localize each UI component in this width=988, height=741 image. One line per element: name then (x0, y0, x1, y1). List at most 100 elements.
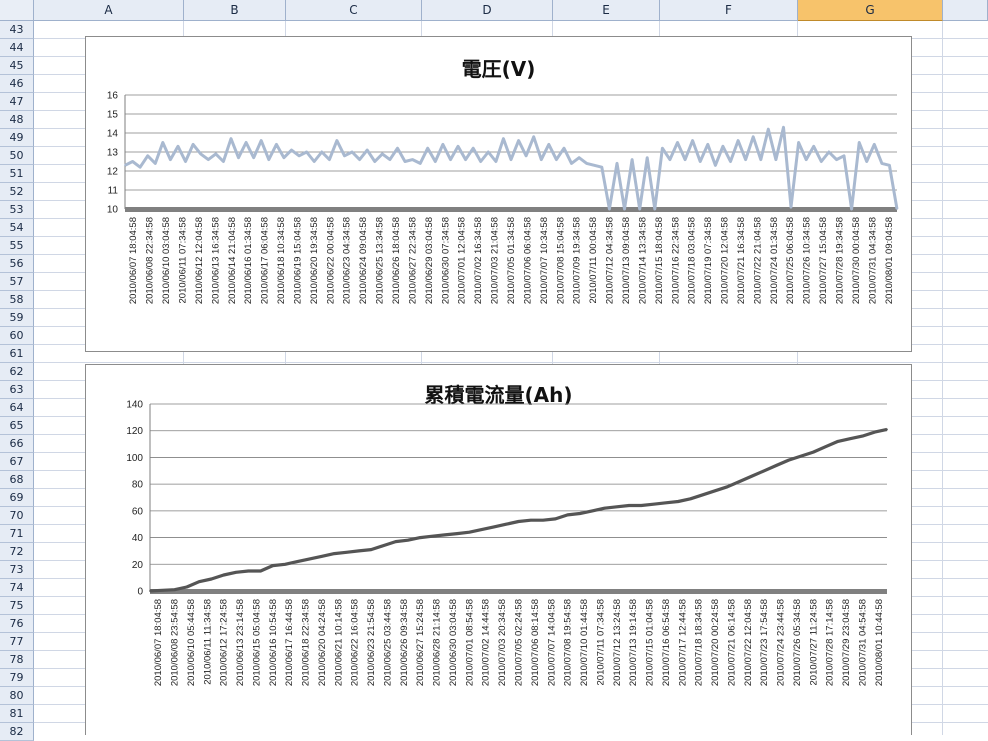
row-header-51[interactable]: 51 (0, 165, 34, 183)
row-header-75[interactable]: 75 (0, 597, 34, 615)
row-header-58[interactable]: 58 (0, 291, 34, 309)
data-point (493, 526, 495, 528)
data-point (345, 551, 348, 554)
row-header-69[interactable]: 69 (0, 489, 34, 507)
x-tick-label: 2010/07/23 17:54:58 (759, 599, 770, 686)
row-header-64[interactable]: 64 (0, 399, 34, 417)
row-header-65[interactable]: 65 (0, 417, 34, 435)
row-header-74[interactable]: 74 (0, 579, 34, 597)
x-tick-label: 2010/06/18 10:34:58 (276, 217, 287, 304)
data-point (896, 208, 898, 210)
row-header-57[interactable]: 57 (0, 273, 34, 291)
voltage-chart[interactable]: 電圧(V) 10 11 12 13 14 15 16 2010/06/07 18:04:58 2… (85, 36, 912, 352)
data-point (563, 147, 565, 150)
x-tick-label: 2010/07/22 12:04:58 (743, 599, 754, 686)
row-header-45[interactable]: 45 (0, 57, 34, 75)
data-point (407, 539, 409, 542)
row-header-66[interactable]: 66 (0, 435, 34, 453)
row-header-72[interactable]: 72 (0, 543, 34, 561)
row-header-46[interactable]: 46 (0, 75, 34, 93)
row-header-77[interactable]: 77 (0, 633, 34, 651)
data-point (419, 162, 422, 165)
x-tick-label: 2010/07/07 10:34:58 (539, 217, 550, 304)
column-header-c[interactable]: C (286, 0, 422, 21)
row-header-60[interactable]: 60 (0, 327, 34, 345)
row-header-68[interactable]: 68 (0, 471, 34, 489)
column-header-a[interactable]: A (34, 0, 184, 21)
data-point (790, 206, 792, 209)
column-header-d[interactable]: D (422, 0, 553, 21)
data-point (357, 550, 360, 552)
data-point (554, 518, 557, 520)
data-point (714, 489, 716, 492)
row-header-56[interactable]: 56 (0, 255, 34, 273)
data-point (313, 160, 316, 163)
row-header-73[interactable]: 73 (0, 561, 34, 579)
column-header-f[interactable]: F (660, 0, 798, 21)
series-line-0 (124, 125, 899, 211)
data-point (797, 141, 800, 144)
data-point (525, 154, 527, 157)
row-header-43[interactable]: 43 (0, 21, 34, 39)
x-tick-label: 2010/06/23 21:54:58 (366, 599, 377, 686)
data-point (570, 162, 573, 165)
data-point (259, 570, 262, 572)
x-tick-label: 2010/06/15 05:04:58 (251, 599, 262, 686)
data-point (245, 141, 248, 144)
row-header-61[interactable]: 61 (0, 345, 34, 363)
row-header-52[interactable]: 52 (0, 183, 34, 201)
x-tick-label: 2010/07/20 00:24:58 (710, 599, 721, 686)
column-header-g[interactable]: G (798, 0, 943, 21)
data-point (237, 156, 240, 159)
data-point (578, 156, 580, 159)
x-tick-label: 2010/07/02 14:44:58 (481, 599, 492, 686)
x-tick-label: 2010/07/22 21:04:58 (752, 217, 763, 304)
data-point (800, 455, 802, 457)
column-header-b[interactable]: B (184, 0, 286, 21)
x-tick-label: 2010/07/26 05:34:58 (792, 599, 803, 686)
column-header-next[interactable] (943, 0, 988, 21)
row-header-49[interactable]: 49 (0, 129, 34, 147)
x-tick-label: 2010/06/10 05:44:58 (186, 599, 197, 686)
data-point (389, 158, 391, 161)
data-point (370, 548, 372, 551)
row-header-47[interactable]: 47 (0, 93, 34, 111)
data-point (510, 158, 512, 161)
row-header-76[interactable]: 76 (0, 615, 34, 633)
row-header-62[interactable]: 62 (0, 363, 34, 381)
row-header-50[interactable]: 50 (0, 147, 34, 165)
row-header-59[interactable]: 59 (0, 309, 34, 327)
y-tick-label: 13 (107, 148, 119, 159)
data-point (752, 135, 755, 138)
row-header-63[interactable]: 63 (0, 381, 34, 399)
row-header-44[interactable]: 44 (0, 39, 34, 57)
row-header-55[interactable]: 55 (0, 237, 34, 255)
data-point (858, 141, 861, 144)
x-tick-label: 2010/07/10 01:44:58 (579, 599, 590, 686)
cumulative-current-chart[interactable]: 累積電流量(Ah) 0 20 40 60 80 100 120 140 2010/06/07 1… (85, 364, 912, 735)
row-header-78[interactable]: 78 (0, 651, 34, 669)
row-header-70[interactable]: 70 (0, 507, 34, 525)
x-tick-label: 2010/06/14 21:04:58 (227, 217, 238, 304)
row-header-81[interactable]: 81 (0, 705, 34, 723)
x-tick-label: 2010/06/12 17:24:58 (219, 599, 230, 686)
x-tick-label: 2010/06/08 22:34:58 (145, 217, 156, 304)
column-header-e[interactable]: E (553, 0, 660, 21)
data-point (230, 137, 232, 140)
y-tick-label: 20 (132, 560, 144, 571)
row-header-82[interactable]: 82 (0, 723, 34, 741)
row-header-53[interactable]: 53 (0, 201, 34, 219)
data-point (480, 528, 483, 531)
x-tick-label: 2010/08/01 09:04:58 (884, 217, 895, 304)
data-point (169, 158, 172, 161)
row-header-79[interactable]: 79 (0, 669, 34, 687)
row-header-48[interactable]: 48 (0, 111, 34, 129)
data-point (616, 162, 618, 165)
row-header-80[interactable]: 80 (0, 687, 34, 705)
row-header-67[interactable]: 67 (0, 453, 34, 471)
select-all-corner[interactable] (0, 0, 34, 21)
row-header-54[interactable]: 54 (0, 219, 34, 237)
data-point (699, 160, 702, 163)
x-tick-label: 2010/06/20 04:24:58 (317, 599, 328, 686)
row-header-71[interactable]: 71 (0, 525, 34, 543)
